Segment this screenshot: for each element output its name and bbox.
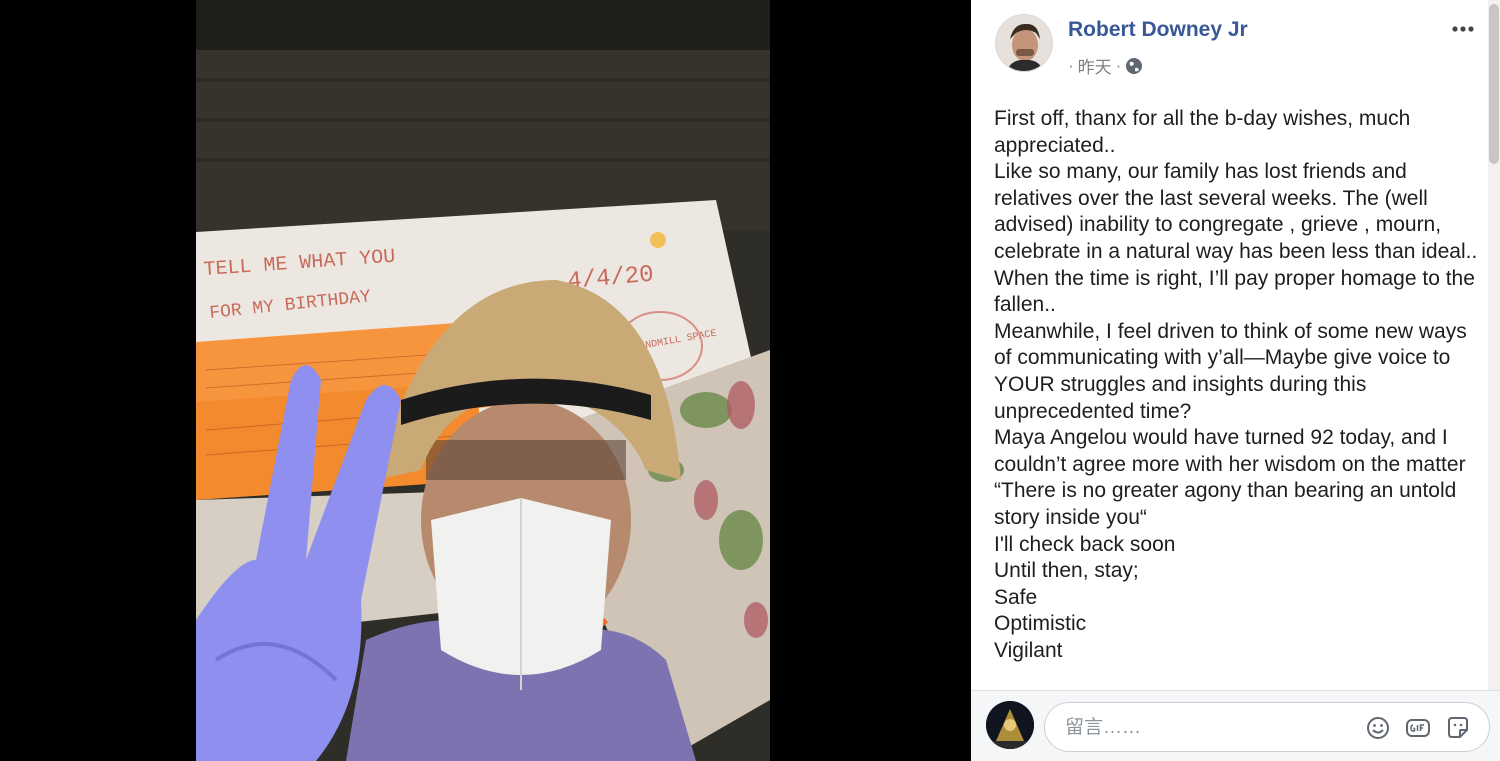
author-avatar[interactable]	[995, 14, 1053, 72]
post-line: Until then, stay;	[994, 559, 1139, 583]
post-meta: · 昨天 ·	[1068, 53, 1143, 78]
photo-viewer: TELL ME WHAT YOU FOR MY BIRTHDAY 4/4/20 …	[0, 0, 971, 761]
comment-composer	[971, 690, 1500, 761]
post-line: When the time is right, I’ll pay proper …	[994, 266, 1475, 317]
post-line: Like so many, our family has lost friend…	[994, 160, 1478, 263]
time-suffix: ·	[1115, 55, 1122, 75]
post-line: Maya Angelou would have turned 92 today,…	[994, 426, 1466, 529]
comment-input[interactable]	[1063, 713, 1357, 743]
emoji-icon[interactable]	[1365, 715, 1391, 741]
post-line: Vigilant	[994, 638, 1063, 662]
scrollbar-thumb[interactable]	[1489, 4, 1499, 164]
viewer-avatar[interactable]	[986, 701, 1034, 749]
post-line: Safe	[994, 585, 1038, 609]
time-prefix: ·	[1068, 55, 1074, 75]
post-line: Optimistic	[994, 612, 1087, 636]
globe-icon[interactable]	[1125, 57, 1143, 75]
post-photo[interactable]: TELL ME WHAT YOU FOR MY BIRTHDAY 4/4/20 …	[196, 0, 770, 761]
more-options-icon[interactable]	[1448, 14, 1478, 44]
post-timestamp[interactable]: 昨天	[1078, 53, 1112, 78]
post-line: First off, thanx for all the b-day wishe…	[994, 107, 1411, 157]
gif-icon[interactable]	[1405, 715, 1431, 741]
sticker-icon[interactable]	[1445, 715, 1471, 741]
post-panel: Robert Downey Jr · 昨天 · First off, thanx…	[971, 0, 1500, 761]
scrollbar[interactable]	[1488, 0, 1500, 690]
post-text: First off, thanx for all the b-day wishe…	[994, 106, 1484, 690]
post-line: Meanwhile, I feel driven to think of som…	[994, 319, 1467, 423]
comment-box[interactable]	[1044, 702, 1490, 752]
post-header: Robert Downey Jr · 昨天 ·	[971, 0, 1500, 100]
post-line: I'll check back soon	[994, 532, 1176, 556]
author-name[interactable]: Robert Downey Jr	[1068, 18, 1248, 42]
